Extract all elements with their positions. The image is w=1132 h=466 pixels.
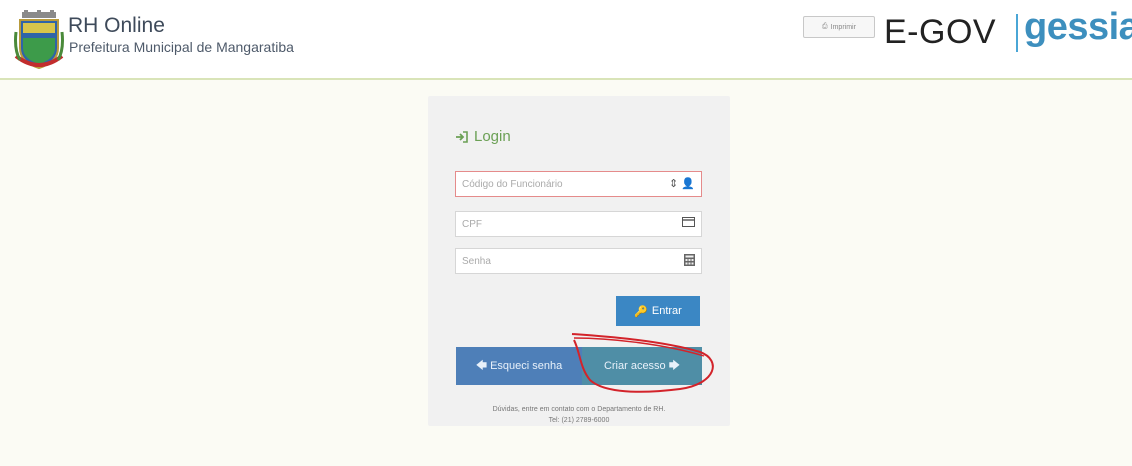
create-access-button[interactable]: Criar acesso 🡆 [582, 347, 702, 385]
cpf-field[interactable] [455, 211, 702, 237]
submit-label: Entrar [651, 305, 682, 317]
arrow-left-icon: 🡄 [475, 359, 488, 372]
password-input[interactable] [456, 249, 662, 273]
spinner-user-icon: ⇕ 👤 [669, 178, 695, 190]
help-text: Dúvidas, entre em contato com o Departam… [414, 404, 744, 426]
keypad-icon [684, 254, 695, 266]
help-line-phone: Tel: (21) 2789-6000 [548, 417, 610, 424]
password-field[interactable] [455, 248, 702, 274]
forgot-password-label: Esqueci senha [490, 360, 563, 372]
card-icon [682, 217, 695, 227]
help-line-contact: Dúvidas, entre em contato com o Departam… [492, 406, 666, 413]
egov-logo: E-GOV [884, 13, 997, 51]
forgot-password-button[interactable]: 🡄 Esqueci senha [456, 347, 582, 385]
municipal-crest-logo [14, 10, 64, 70]
app-subtitle: Prefeitura Municipal de Mangaratiba [69, 39, 294, 55]
gessiap-logo: gessiap [1024, 6, 1132, 48]
employee-code-field[interactable]: ⇕ 👤 [455, 171, 702, 197]
create-access-label: Criar acesso [603, 360, 666, 372]
login-heading-text: Login [474, 128, 511, 145]
logo-divider [1016, 14, 1018, 52]
employee-code-input[interactable] [456, 172, 662, 196]
top-header: RH Online Prefeitura Municipal de Mangar… [0, 0, 1132, 80]
arrow-right-icon: 🡆 [668, 359, 681, 372]
app-title: RH Online [68, 14, 165, 37]
account-actions-bar: 🡄 Esqueci senha Criar acesso 🡆 [456, 347, 702, 385]
print-button[interactable]: ⎙ Imprimir [803, 16, 875, 38]
sign-in-icon [456, 130, 468, 143]
printer-icon: ⎙ [822, 23, 828, 30]
cpf-input[interactable] [456, 212, 662, 236]
login-heading: Login [455, 128, 511, 145]
print-label: Imprimir [830, 23, 856, 31]
submit-button[interactable]: 🔑 Entrar [616, 296, 700, 326]
key-icon: 🔑 [634, 305, 648, 318]
